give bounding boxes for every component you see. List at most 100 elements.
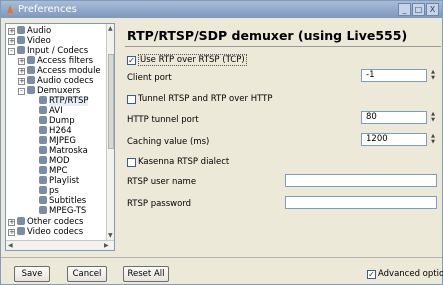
password-field[interactable] xyxy=(285,196,437,209)
module-icon xyxy=(39,186,47,194)
module-icon xyxy=(27,76,35,84)
tree-item-h264[interactable]: H264 xyxy=(39,126,72,136)
tree-item-playlist[interactable]: Playlist xyxy=(39,176,79,186)
http-tunnel-port-field[interactable]: 80 xyxy=(361,111,427,124)
tree-item-access-filters[interactable]: + Access filters xyxy=(18,56,93,66)
tree-item-audio-codecs[interactable]: + Audio codecs xyxy=(18,76,93,86)
minimize-button[interactable]: _ xyxy=(398,3,411,16)
scroll-down-icon[interactable]: ▼ xyxy=(108,232,113,239)
module-icon xyxy=(39,166,47,174)
expand-icon[interactable]: + xyxy=(18,58,25,65)
collapse-icon[interactable]: - xyxy=(18,88,25,95)
save-button[interactable]: Save xyxy=(14,266,50,282)
maximize-button[interactable]: □ xyxy=(412,3,425,16)
vlc-cone-icon xyxy=(5,4,14,15)
use-rtp-over-rtsp-label: Use RTP over RTSP (TCP) xyxy=(138,54,247,66)
client-port-spinner[interactable]: ▲ ▼ xyxy=(429,69,437,82)
reset-all-button[interactable]: Reset All xyxy=(123,266,169,282)
video-icon xyxy=(17,36,25,44)
advanced-options-checkbox[interactable]: ✓ xyxy=(367,269,376,279)
tree-item-input-codecs[interactable]: - Input / Codecs xyxy=(8,46,88,56)
tree-item-mpeg-ts[interactable]: MPEG-TS xyxy=(39,206,86,216)
title-bar: Preferences _ □ X xyxy=(1,1,442,18)
preferences-tree[interactable]: + Audio + Video - Input / Codecs + Access fi… xyxy=(5,23,115,251)
tree-item-rtp-rtsp[interactable]: RTP/RTSP xyxy=(39,96,89,106)
tree-item-dump[interactable]: Dump xyxy=(39,116,75,126)
expand-icon[interactable]: + xyxy=(8,219,15,226)
module-icon xyxy=(39,156,47,164)
client-port-field[interactable]: -1 xyxy=(361,69,427,82)
expand-icon[interactable]: + xyxy=(18,78,25,85)
advanced-options-label: Advanced options xyxy=(378,269,443,279)
heading-divider xyxy=(125,46,441,47)
module-icon xyxy=(17,227,25,235)
tree-item-audio[interactable]: + Audio xyxy=(8,26,51,36)
tree-vertical-scrollbar[interactable]: ▲ ▼ xyxy=(106,24,114,241)
user-name-field[interactable] xyxy=(285,174,437,187)
tree-item-ps[interactable]: ps xyxy=(39,186,59,196)
spin-down-icon[interactable]: ▼ xyxy=(429,117,437,123)
module-icon xyxy=(39,136,47,144)
module-icon xyxy=(39,196,47,204)
use-rtp-over-rtsp-checkbox-row[interactable]: ✓ Use RTP over RTSP (TCP) xyxy=(127,54,247,66)
scroll-left-icon[interactable]: ◀ xyxy=(8,242,13,249)
http-tunnel-port-label: HTTP tunnel port xyxy=(127,115,199,125)
kasenna-checkbox[interactable] xyxy=(127,157,136,167)
window-title: Preferences xyxy=(18,4,77,15)
tree-horizontal-scrollbar[interactable]: ◀ ▶ xyxy=(6,240,114,250)
tree-item-matroska[interactable]: Matroska xyxy=(39,146,88,156)
button-bar-divider xyxy=(1,257,442,258)
speaker-icon xyxy=(17,26,25,34)
kasenna-label: Kasenna RTSP dialect xyxy=(138,157,230,167)
scroll-up-icon[interactable]: ▲ xyxy=(108,25,113,32)
scroll-right-icon[interactable]: ▶ xyxy=(104,242,109,249)
tree-item-video-codecs[interactable]: + Video codecs xyxy=(8,227,83,237)
tree-item-access-modules[interactable]: + Access module xyxy=(18,66,101,76)
module-icon xyxy=(27,66,35,74)
panel-heading: RTP/RTSP/SDP demuxer (using Live555) xyxy=(127,28,408,43)
expand-icon[interactable]: + xyxy=(8,229,15,236)
tunnel-checkbox[interactable] xyxy=(127,94,136,104)
module-icon xyxy=(39,176,47,184)
spin-down-icon[interactable]: ▼ xyxy=(429,139,437,145)
expand-icon[interactable]: + xyxy=(8,28,15,35)
user-name-label: RTSP user name xyxy=(127,177,197,187)
tree-item-other-codecs[interactable]: + Other codecs xyxy=(8,217,83,227)
expand-icon[interactable]: + xyxy=(8,38,15,45)
tunnel-label: Tunnel RTSP and RTP over HTTP xyxy=(138,94,273,104)
close-button[interactable]: X xyxy=(426,3,439,16)
caching-label: Caching value (ms) xyxy=(127,137,210,147)
module-icon xyxy=(39,106,47,114)
tree-item-subtitles[interactable]: Subtitles xyxy=(39,196,86,206)
tree-item-mod[interactable]: MOD xyxy=(39,156,70,166)
tree-item-avi[interactable]: AVI xyxy=(39,106,63,116)
tree-item-mjpeg[interactable]: MJPEG xyxy=(39,136,76,146)
advanced-options-row[interactable]: ✓ Advanced options xyxy=(367,269,443,279)
preferences-window: Preferences _ □ X + Audio + Video - Input /… xyxy=(0,0,443,285)
use-rtp-over-rtsp-checkbox[interactable]: ✓ xyxy=(127,55,136,65)
vertical-scroll-thumb[interactable] xyxy=(108,54,114,149)
module-icon xyxy=(39,146,47,154)
module-icon xyxy=(39,96,47,104)
client-port-label: Client port xyxy=(127,73,172,83)
password-label: RTSP password xyxy=(127,199,192,209)
caching-spinner[interactable]: ▲ ▼ xyxy=(429,133,437,146)
expand-icon[interactable]: + xyxy=(18,68,25,75)
module-icon xyxy=(27,56,35,64)
tunnel-checkbox-row[interactable]: Tunnel RTSP and RTP over HTTP xyxy=(127,94,272,104)
module-icon xyxy=(39,126,47,134)
module-icon xyxy=(27,86,35,94)
kasenna-checkbox-row[interactable]: Kasenna RTSP dialect xyxy=(127,157,229,167)
module-icon xyxy=(17,217,25,225)
tree-item-mpc[interactable]: MPC xyxy=(39,166,67,176)
tree-item-video[interactable]: + Video xyxy=(8,36,51,46)
tree-item-demuxers[interactable]: - Demuxers xyxy=(18,86,80,96)
cancel-button[interactable]: Cancel xyxy=(67,266,107,282)
spin-down-icon[interactable]: ▼ xyxy=(429,75,437,81)
codecs-icon xyxy=(17,46,25,54)
caching-field[interactable]: 1200 xyxy=(361,133,427,146)
module-icon xyxy=(39,116,47,124)
module-icon xyxy=(39,206,47,214)
collapse-icon[interactable]: - xyxy=(8,48,15,55)
http-tunnel-port-spinner[interactable]: ▲ ▼ xyxy=(429,111,437,124)
